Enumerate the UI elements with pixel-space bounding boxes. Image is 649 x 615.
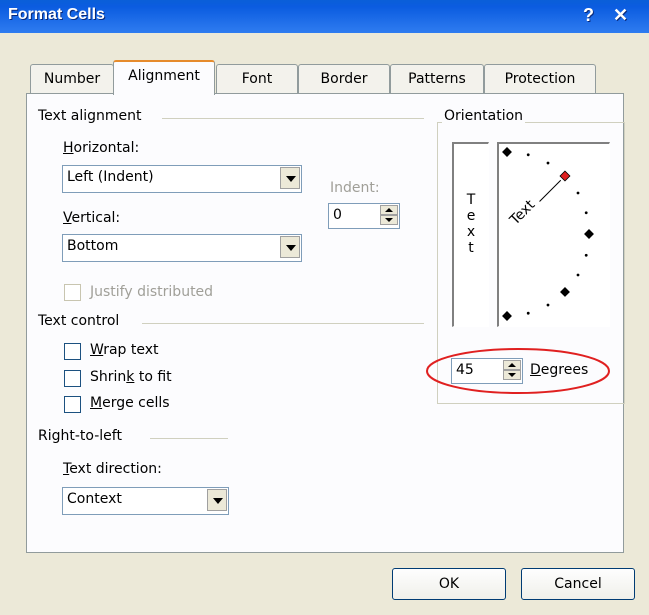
degrees-label: Degrees [530, 362, 589, 378]
chevron-down-icon[interactable] [280, 167, 300, 189]
dial-minor-tick [576, 273, 580, 277]
text-control-divider [142, 323, 424, 324]
dial-major-tick [560, 287, 570, 297]
dial-minor-tick [584, 253, 588, 257]
text-direction-label: Text direction: [63, 461, 162, 477]
vertical-text-sample: Text [454, 192, 488, 256]
vertical-text-letter: e [466, 208, 476, 224]
wrap-text-checkbox[interactable] [64, 343, 81, 360]
dial-minor-tick [546, 161, 550, 165]
shrink-to-fit-label: Shrink to fit [90, 369, 172, 385]
tab-number[interactable]: Number [30, 64, 114, 93]
close-button[interactable]: ✕ [613, 5, 628, 25]
dial-minor-tick [526, 311, 530, 315]
window-title: Format Cells [8, 6, 105, 23]
text-control-label: Text control [38, 313, 120, 329]
dial-pointer-line [539, 179, 562, 202]
wrap-text-label: Wrap text [90, 342, 159, 358]
orientation-dial[interactable]: Text [497, 142, 610, 327]
tab-alignment[interactable]: Alignment [113, 60, 215, 95]
text-alignment-divider [162, 118, 424, 119]
help-button[interactable]: ? [583, 5, 594, 25]
merge-cells-label: Merge cells [90, 395, 170, 411]
vertical-text-letter: T [466, 192, 476, 208]
dial-minor-tick [584, 211, 588, 215]
dial-text-sample: Text [506, 197, 538, 229]
indent-value: 0 [333, 207, 342, 223]
vertical-text-letters: Text [454, 192, 488, 256]
spin-down-icon[interactable] [503, 370, 521, 380]
tab-patterns[interactable]: Patterns [390, 64, 484, 93]
horizontal-select[interactable]: Left (Indent) [62, 165, 302, 193]
horizontal-value: Left (Indent) [67, 169, 154, 185]
tab-protection[interactable]: Protection [484, 64, 596, 93]
dial-minor-tick [576, 191, 580, 195]
title-bar: Format Cells ? ✕ [0, 0, 649, 33]
text-direction-select[interactable]: Context [62, 487, 229, 515]
vertical-label: Vertical: [63, 210, 121, 226]
indent-spin-buttons [380, 205, 398, 225]
degrees-value: 45 [456, 362, 474, 378]
text-direction-value: Context [67, 491, 122, 507]
shrink-to-fit-checkbox[interactable] [64, 370, 81, 387]
vertical-text-button[interactable]: Text [452, 142, 489, 327]
chevron-down-icon[interactable] [207, 489, 227, 511]
degrees-spin-buttons [503, 360, 521, 380]
indent-label: Indent: [330, 180, 380, 196]
dial-major-tick [584, 229, 594, 239]
justify-distributed-checkbox[interactable] [64, 284, 81, 301]
vertical-text-letter: t [468, 240, 474, 256]
spin-up-icon[interactable] [503, 360, 521, 370]
ok-button[interactable]: OK [392, 568, 506, 600]
justify-distributed-label: Justify distributed [90, 284, 214, 300]
spin-up-icon[interactable] [380, 205, 398, 215]
right-to-left-label: Right-to-left [38, 428, 122, 444]
dial-major-tick [502, 311, 512, 321]
vertical-text-letter: x [466, 224, 476, 240]
orientation-dial-graphic: Text [502, 147, 594, 321]
dial-minor-tick [526, 153, 530, 157]
degrees-spinner[interactable]: 45 [451, 358, 523, 384]
orientation-label: Orientation [442, 108, 526, 124]
dial-minor-tick [546, 303, 550, 307]
chevron-down-icon[interactable] [280, 236, 300, 258]
dial-pointer-marker [559, 170, 571, 182]
merge-cells-checkbox[interactable] [64, 396, 81, 413]
dial-major-tick [502, 147, 512, 157]
text-alignment-label: Text alignment [38, 108, 142, 124]
indent-spinner[interactable]: 0 [328, 203, 400, 229]
spin-down-icon[interactable] [380, 215, 398, 225]
tab-border[interactable]: Border [298, 64, 390, 93]
horizontal-label: Horizontal: [63, 140, 140, 156]
tab-font[interactable]: Font [216, 64, 298, 93]
vertical-value: Bottom [67, 238, 119, 254]
cancel-button[interactable]: Cancel [521, 568, 635, 600]
right-to-left-divider [150, 438, 228, 439]
vertical-select[interactable]: Bottom [62, 234, 302, 262]
